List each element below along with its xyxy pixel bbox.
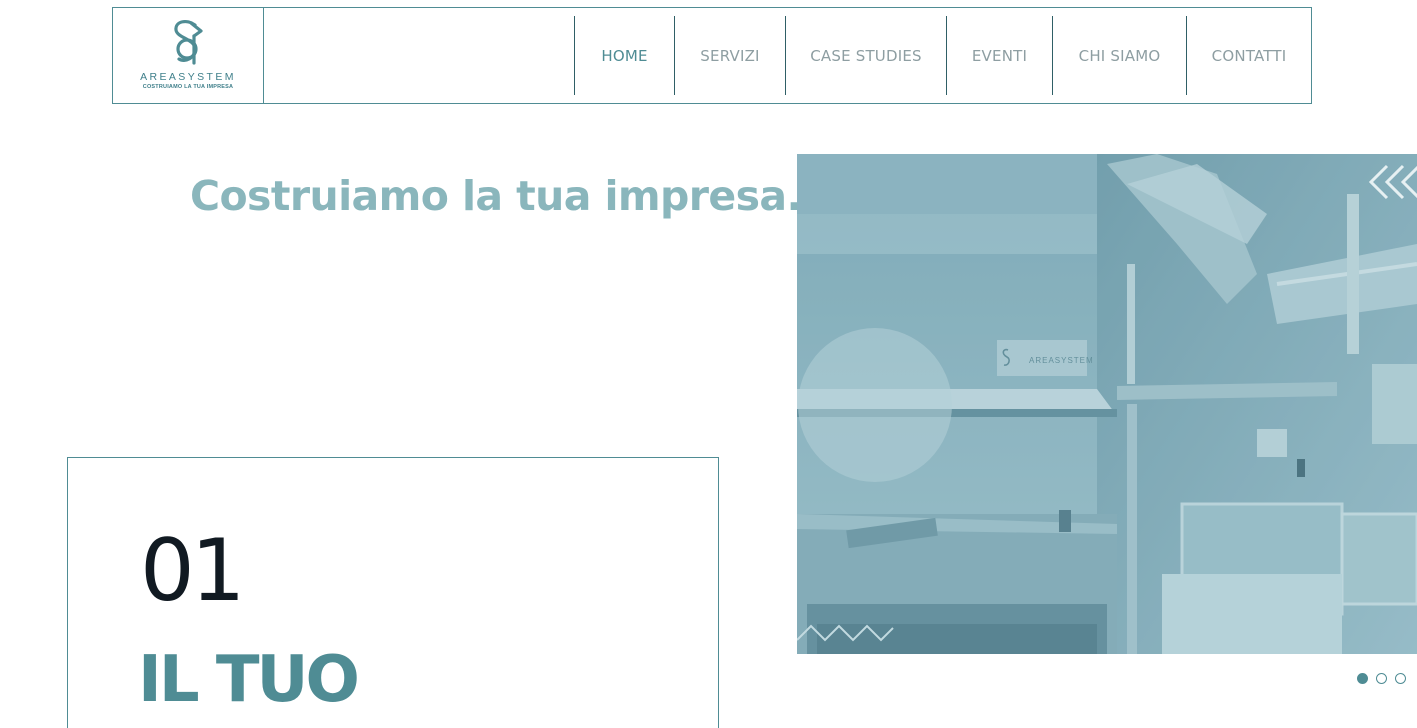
hero-slider[interactable]: AREASYSTEM — [797, 154, 1417, 654]
slider-dot-3[interactable] — [1395, 673, 1406, 684]
nav-item-servizi[interactable]: SERVIZI — [674, 16, 785, 95]
slider-pagination — [1357, 673, 1406, 684]
slider-dot-2[interactable] — [1376, 673, 1387, 684]
nav-item-eventi[interactable]: EVENTI — [946, 16, 1052, 95]
card-heading: IL TUO — [138, 643, 360, 717]
logo-link[interactable]: AREASYSTEM COSTRUIAMO LA TUA IMPRESA — [113, 8, 264, 103]
nav-item-case-studies[interactable]: CASE STUDIES — [785, 16, 946, 95]
main-nav: HOME SERVIZI CASE STUDIES EVENTI CHI SIA… — [574, 8, 1311, 103]
site-header: AREASYSTEM COSTRUIAMO LA TUA IMPRESA HOM… — [112, 7, 1312, 104]
page: AREASYSTEM COSTRUIAMO LA TUA IMPRESA HOM… — [0, 0, 1417, 728]
nav-item-home[interactable]: HOME — [574, 16, 674, 95]
slider-dot-1[interactable] — [1357, 673, 1368, 684]
double-chevron-left-icon[interactable] — [1365, 162, 1417, 202]
logo-tagline: COSTRUIAMO LA TUA IMPRESA — [142, 84, 234, 90]
logo-name: AREASYSTEM — [140, 71, 236, 83]
s-hook-logo-icon — [174, 19, 203, 65]
card-number: 01 — [140, 521, 245, 621]
nav-item-chi-siamo[interactable]: CHI SIAMO — [1052, 16, 1186, 95]
nav-item-contatti[interactable]: CONTATTI — [1186, 16, 1311, 95]
feature-card: 01 IL TUO — [67, 457, 719, 728]
hero-headline: Costruiamo la tua impresa. — [190, 172, 802, 220]
slide-image: AREASYSTEM — [797, 154, 1417, 654]
